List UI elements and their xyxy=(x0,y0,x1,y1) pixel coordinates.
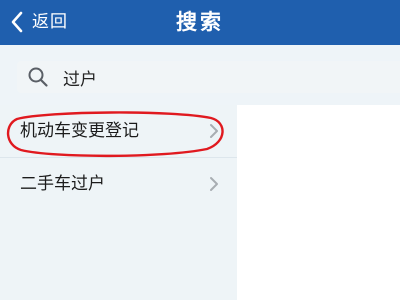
detail-panel xyxy=(237,105,400,300)
search-icon xyxy=(27,66,49,88)
search-area xyxy=(0,45,400,105)
result-item-label: 机动车变更登记 xyxy=(20,121,139,141)
search-input[interactable] xyxy=(63,67,363,87)
search-box[interactable] xyxy=(17,61,400,93)
chevron-right-icon xyxy=(209,176,219,196)
result-list: 机动车变更登记 二手车过户 xyxy=(0,105,237,300)
result-item-used-car-transfer[interactable]: 二手车过户 xyxy=(0,158,237,210)
result-item-label: 二手车过户 xyxy=(20,174,105,194)
page-title: 搜索 xyxy=(176,10,224,34)
chevron-right-icon xyxy=(209,123,219,143)
header-bar: 返回 搜索 xyxy=(0,0,400,45)
result-item-vehicle-change-registration[interactable]: 机动车变更登记 xyxy=(0,105,237,157)
results-area: 机动车变更登记 二手车过户 xyxy=(0,105,400,300)
